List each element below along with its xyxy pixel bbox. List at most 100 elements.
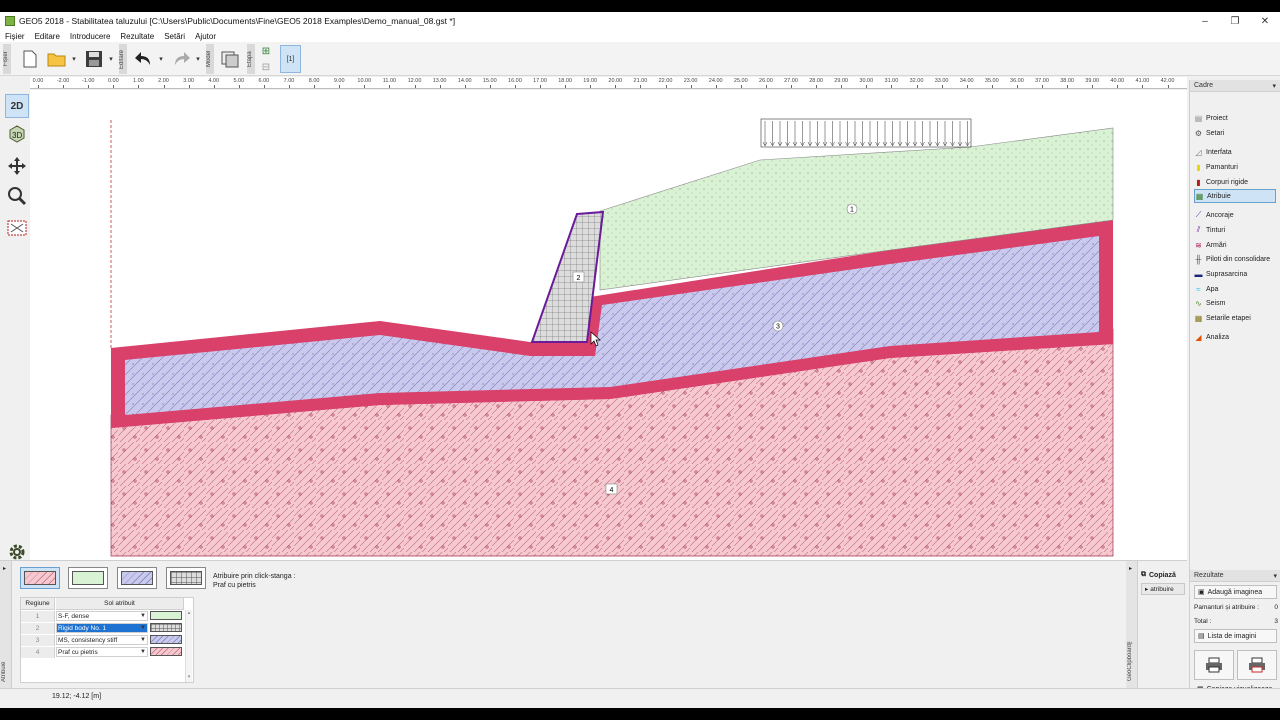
table-scrollbar[interactable]: ▴ ▾ xyxy=(185,610,192,682)
new-file-button[interactable] xyxy=(19,47,41,71)
open-dropdown-button[interactable]: ▾ xyxy=(70,47,78,71)
undo-button[interactable] xyxy=(133,47,155,71)
soil-select[interactable]: S-F, dense xyxy=(56,611,148,621)
image-list-button[interactable]: ▤ Lista de imagini xyxy=(1194,629,1277,643)
dropdown-arrow-icon[interactable]: ▼ xyxy=(138,623,148,633)
analysis-icon: ◢ xyxy=(1195,332,1202,342)
image-list-label: Lista de imagini xyxy=(1207,632,1257,640)
copy-assign-button[interactable]: ▸ atribuire xyxy=(1141,583,1185,595)
stage-1-button[interactable]: [1] xyxy=(280,45,301,73)
pan-button[interactable] xyxy=(5,154,29,178)
menu-input[interactable]: Introducere xyxy=(65,32,115,41)
view-3d-button[interactable]: 3D xyxy=(5,122,29,146)
ruler-tick-label: 26.00 xyxy=(759,78,773,84)
menu-settings[interactable]: Setări xyxy=(159,32,190,41)
ruler-tick-label: 19.00 xyxy=(583,78,598,84)
frame-item-analiza[interactable]: ◢ Analiza xyxy=(1194,330,1276,344)
surcharge-load[interactable] xyxy=(760,118,972,148)
frame-item-label: Atribuie xyxy=(1207,192,1231,200)
assign-hint: Atribuire prin click-stanga : Praf cu pi… xyxy=(213,572,295,590)
ruler-tick-label: 21.00 xyxy=(633,78,648,84)
soil-swatch-4[interactable] xyxy=(20,567,60,589)
zoom-button[interactable] xyxy=(5,184,29,208)
redo-button[interactable] xyxy=(170,47,192,71)
frame-item-ancoraje[interactable]: ⟋ Ancoraje xyxy=(1194,208,1276,222)
save-dropdown-button[interactable]: ▾ xyxy=(107,47,115,71)
menu-results[interactable]: Rezultate xyxy=(115,32,159,41)
frame-item-apa[interactable]: ≈ Apa xyxy=(1194,282,1276,296)
copy-assign-label: atribuire xyxy=(1150,585,1174,593)
svg-text:1: 1 xyxy=(850,207,854,214)
maximize-button[interactable]: ❐ xyxy=(1220,12,1250,30)
assign-side-tab[interactable]: ▸ Atribuie xyxy=(0,561,12,689)
clipboard-pin-icon[interactable]: ▸ xyxy=(1129,565,1132,572)
results-collapse-icon[interactable]: ▾ xyxy=(1273,572,1277,580)
soil-swatch-1[interactable] xyxy=(68,567,108,589)
surcharge-arrow xyxy=(815,121,820,147)
model-button[interactable] xyxy=(219,47,241,71)
ruler-tick-label: 6.00 xyxy=(258,78,270,84)
total-label: Total : xyxy=(1194,618,1212,625)
slope-model-drawing[interactable]: 1 2 3 4 xyxy=(30,90,1187,568)
ruler-tick-label: 40.00 xyxy=(1110,78,1125,84)
frame-item-setarile-etapei[interactable]: ▦ Setarile etapei xyxy=(1194,311,1276,325)
save-button[interactable] xyxy=(83,47,105,71)
print-button[interactable] xyxy=(1194,650,1234,680)
table-row: 4 Praf cu pietris ▼ xyxy=(21,647,186,658)
menu-edit[interactable]: Editare xyxy=(30,32,65,41)
remove-stage-button[interactable]: ⊟ xyxy=(259,60,273,74)
frame-item-setari[interactable]: ⚙ Setari xyxy=(1194,126,1276,140)
region-label-4: 4 xyxy=(605,483,618,495)
frame-item-suprasarcina[interactable]: ▬ Suprasarcina xyxy=(1194,267,1276,281)
region-label-1: 1 xyxy=(846,203,858,215)
collapse-icon[interactable]: ▾ xyxy=(1272,82,1276,90)
minimize-button[interactable]: – xyxy=(1190,12,1220,30)
drawing-canvas[interactable]: 1 2 3 4 xyxy=(30,90,1187,568)
soil-swatch-3[interactable] xyxy=(117,567,157,589)
rigid-swatch[interactable] xyxy=(166,567,206,589)
ruler-tick-mark xyxy=(1142,85,1144,88)
frame-item-pamanturi[interactable]: ▮ Pamanturi xyxy=(1194,160,1276,174)
print-preview-button[interactable] xyxy=(1237,650,1277,680)
undo-dropdown-button[interactable]: ▾ xyxy=(157,47,165,71)
redo-dropdown-button[interactable]: ▾ xyxy=(194,47,202,71)
frame-item-label: Interfata xyxy=(1206,148,1232,156)
dropdown-arrow-icon[interactable]: ▼ xyxy=(138,647,148,657)
menu-help[interactable]: Ajutor xyxy=(190,32,221,41)
soil-select[interactable]: Rigid body No. 1 xyxy=(56,623,148,633)
dropdown-arrow-icon[interactable]: ▼ xyxy=(138,611,148,621)
open-file-button[interactable] xyxy=(46,47,68,71)
frame-item-arm-ri[interactable]: ≋ Armări xyxy=(1194,238,1276,252)
frame-item-proiect[interactable]: ▤ Proiect xyxy=(1194,111,1276,125)
surcharge-arrow xyxy=(830,121,835,147)
pin-icon[interactable]: ▸ xyxy=(3,565,6,572)
dropdown-arrow-icon[interactable]: ▼ xyxy=(138,635,148,645)
add-stage-button[interactable]: ⊞ xyxy=(259,44,273,58)
frame-item-label: Seism xyxy=(1206,299,1226,307)
soil-select[interactable]: Praf cu pietris xyxy=(56,647,148,657)
frame-item-interfata[interactable]: ◿ Interfata xyxy=(1194,145,1276,159)
anchor-icon: ⟋ xyxy=(1195,210,1202,219)
view-2d-button[interactable]: 2D xyxy=(5,94,29,118)
frame-item-corpuri-rigide[interactable]: ▮ Corpuri rigide xyxy=(1194,175,1276,189)
toolbar-group-edit: Editare xyxy=(119,44,127,74)
ruler-tick-label: 34.00 xyxy=(959,78,974,84)
region-label-3: 3 xyxy=(772,320,784,332)
frame-item-tinturi[interactable]: ⫽ Tinturi xyxy=(1194,223,1276,237)
frame-item-atribuie[interactable]: ▦ Atribuie xyxy=(1194,189,1276,203)
ruler-tick-mark xyxy=(1167,85,1169,88)
frame-item-piloti-din-consolidare[interactable]: ╫ Piloti din consolidare xyxy=(1194,252,1276,266)
ruler-tick-mark xyxy=(565,85,567,88)
surcharge-arrow xyxy=(807,121,813,147)
ruler-tick-label: 31.00 xyxy=(884,78,899,84)
add-image-button[interactable]: ▣ Adaugă imaginea xyxy=(1194,585,1277,599)
clipboard-side-tab[interactable]: ▸ GeoClipboard™ xyxy=(1126,561,1138,689)
soil-select[interactable]: MS, consistency stiff xyxy=(56,635,148,645)
ruler-tick-mark xyxy=(88,85,90,88)
surcharge-arrow xyxy=(860,121,865,147)
menu-file[interactable]: Fișier xyxy=(0,32,30,41)
frame-item-seism[interactable]: ∿ Seism xyxy=(1194,296,1276,310)
fit-view-button[interactable] xyxy=(5,216,29,240)
close-button[interactable]: ✕ xyxy=(1250,12,1280,30)
toolbar-group-stage: Etapă xyxy=(247,44,255,74)
